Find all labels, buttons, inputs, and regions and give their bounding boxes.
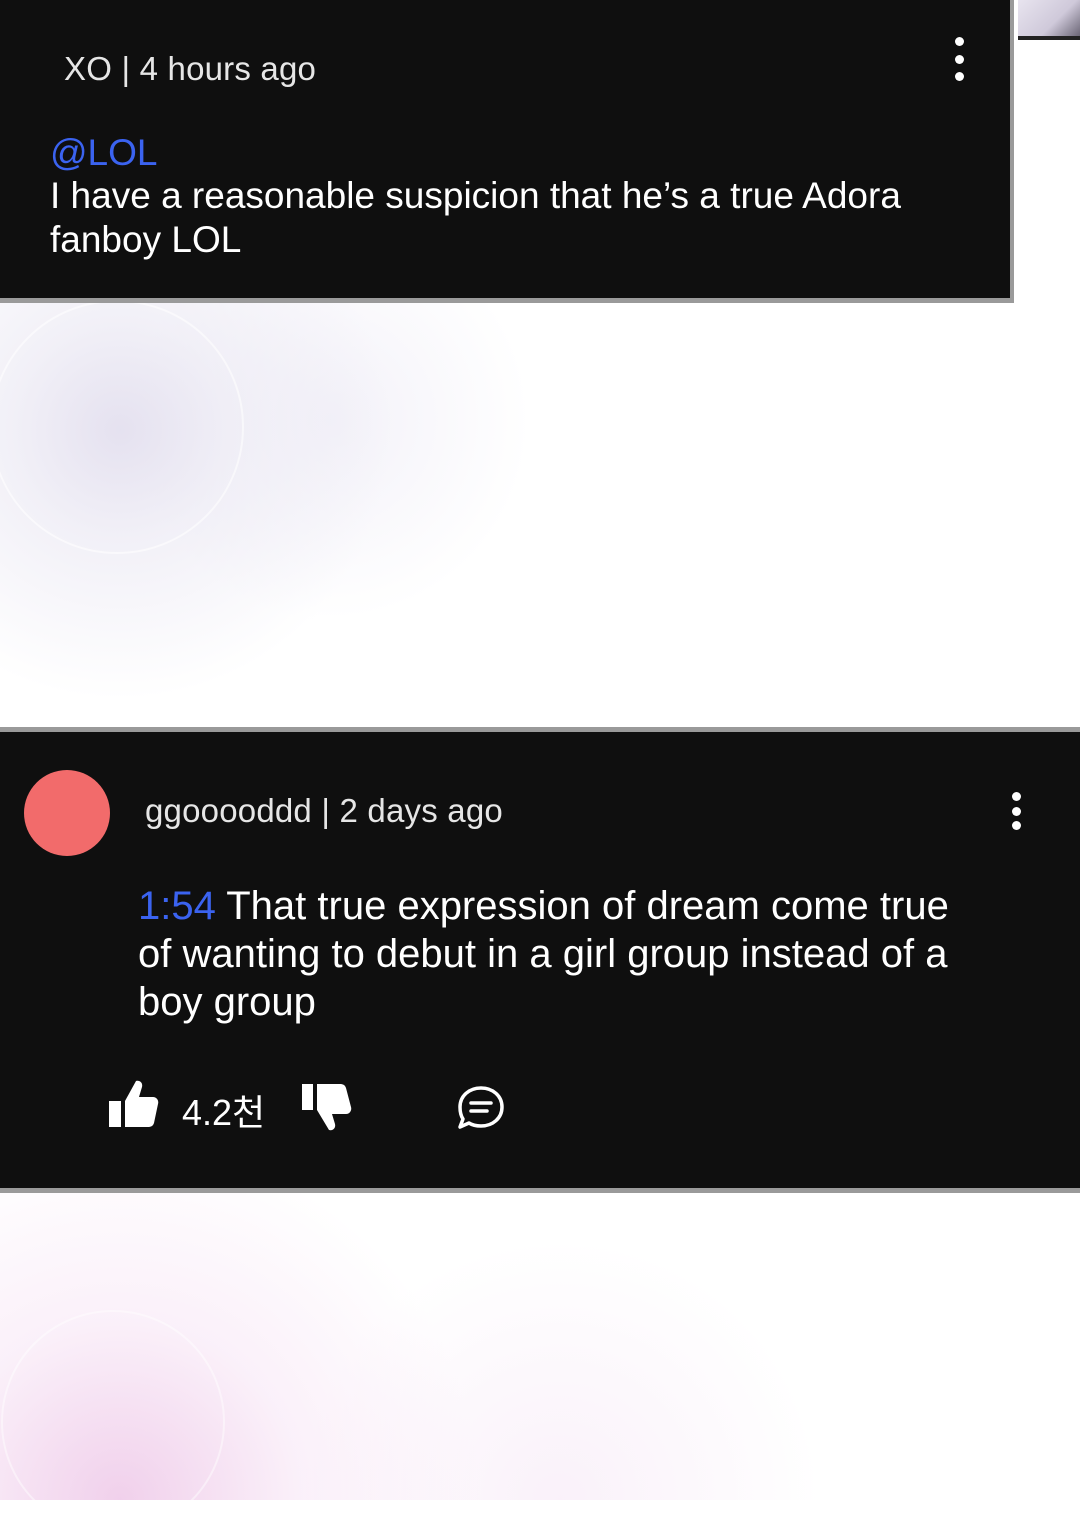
- timestamp-link[interactable]: 1:54: [138, 884, 216, 928]
- more-options-button[interactable]: [1006, 792, 1026, 830]
- comment-text: 1:54 That true expression of dream come …: [138, 882, 958, 1026]
- thumbs-up-icon[interactable]: [106, 1077, 160, 1129]
- more-vert-icon: [1011, 792, 1021, 801]
- background-bokeh-circle: [1, 1310, 225, 1534]
- comment-text: I have a reasonable suspicion that he’s …: [50, 175, 901, 260]
- comment-body: That true expression of dream come true …: [138, 884, 949, 1024]
- more-options-button[interactable]: [949, 37, 969, 81]
- like-count: 4.2천: [182, 1092, 266, 1133]
- comment-meta: ggooooddd | 2 days ago: [145, 792, 503, 829]
- mention-link[interactable]: @LOL: [50, 132, 158, 174]
- comment-card: ggooooddd | 2 days ago 1:54 That true ex…: [0, 727, 1080, 1193]
- thumbs-down-icon[interactable]: [300, 1082, 354, 1134]
- more-vert-icon: [954, 37, 964, 46]
- comment-meta: XO | 4 hours ago: [64, 50, 317, 87]
- avatar[interactable]: [24, 770, 110, 856]
- comment-card: XO | 4 hours ago @LOL I have a reasonabl…: [0, 0, 1014, 303]
- comment-bubble-icon[interactable]: [455, 1084, 507, 1134]
- adjacent-thumbnail-edge: [1018, 0, 1080, 40]
- background-bokeh-circle: [0, 300, 244, 554]
